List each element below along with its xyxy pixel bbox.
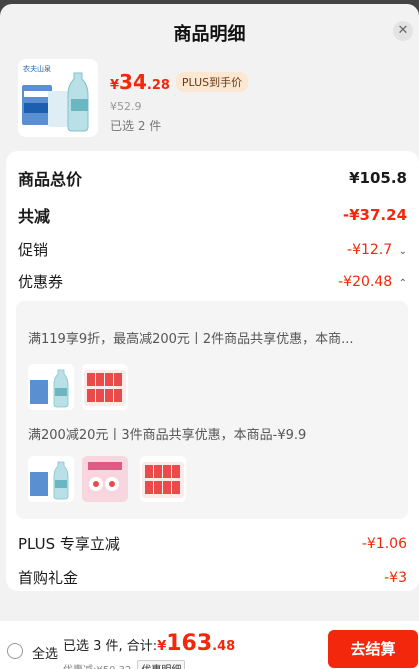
reduction-row: 共减 -¥37.24: [18, 206, 407, 226]
select-all-checkbox[interactable]: [7, 643, 23, 659]
product-price: ¥ 34 .28 PLUS到手价: [110, 70, 249, 95]
coupon-detail-box: 满119享9折，最高减200元丨2件商品共享优惠，本商... 满200减20元丨…: [16, 301, 408, 519]
first-purchase-gift-row: 首购礼金 -¥3: [18, 569, 407, 587]
product-summary: 农夫山泉 ¥ 34 .28 PLUS到手价 ¥52.9 已选 2 件: [0, 56, 419, 148]
sheet-title: 商品明细: [173, 24, 246, 45]
original-price: ¥52.9: [110, 100, 142, 113]
coupon-rule-2: 满200减20元丨3件商品共享优惠，本商品-¥9.9: [28, 428, 307, 443]
coupon-item-water-thumb[interactable]: [28, 456, 74, 502]
chevron-up-icon: ⌃: [398, 277, 407, 289]
product-image[interactable]: 农夫山泉: [18, 59, 98, 137]
chevron-down-icon: ⌄: [398, 245, 407, 257]
selected-count: 已选 2 件: [110, 119, 162, 133]
coupon-item-water-thumb[interactable]: [28, 364, 74, 410]
select-all-label[interactable]: 全选: [32, 643, 58, 662]
discount-detail-button[interactable]: 优惠明细: [137, 660, 186, 669]
coupon-item-pink-yogurt-thumb[interactable]: [82, 456, 128, 502]
checkout-bar: 全选 已选 3 件, 合计: ¥ 163 .48 优惠减:¥50.32 优惠明细…: [0, 621, 419, 669]
close-icon[interactable]: ✕: [393, 21, 413, 41]
total-price-row: 商品总价 ¥105.8: [18, 169, 407, 189]
discount-summary: 优惠减:¥50.32 优惠明细: [63, 660, 186, 669]
product-detail-sheet: 商品明细 ✕ 农夫山泉 ¥ 34 .28 PLUS到手价 ¥52.9 已选 2 …: [0, 4, 419, 669]
svg-text:农夫山泉: 农夫山泉: [23, 64, 51, 73]
coupon-item-yogurt-thumb[interactable]: [140, 456, 186, 502]
plus-discount-row: PLUS 专享立减 -¥1.06: [18, 535, 407, 553]
total-amount: 已选 3 件, 合计: ¥ 163 .48: [63, 631, 236, 656]
sheet-header: 商品明细 ✕: [0, 4, 419, 56]
checkout-button[interactable]: 去结算: [328, 630, 418, 668]
coupon-rule-1: 满119享9折，最高减200元丨2件商品共享优惠，本商...: [28, 332, 354, 347]
coupon-item-yogurt-thumb[interactable]: [82, 364, 128, 410]
coupon-row[interactable]: 优惠券 -¥20.48 ⌃: [18, 271, 407, 292]
plus-price-badge: PLUS到手价: [175, 72, 249, 92]
price-breakdown-card: 商品总价 ¥105.8 共减 -¥37.24 促销 -¥12.7 ⌄ 优惠券 -…: [6, 151, 419, 591]
promo-row[interactable]: 促销 -¥12.7 ⌄: [18, 239, 407, 260]
